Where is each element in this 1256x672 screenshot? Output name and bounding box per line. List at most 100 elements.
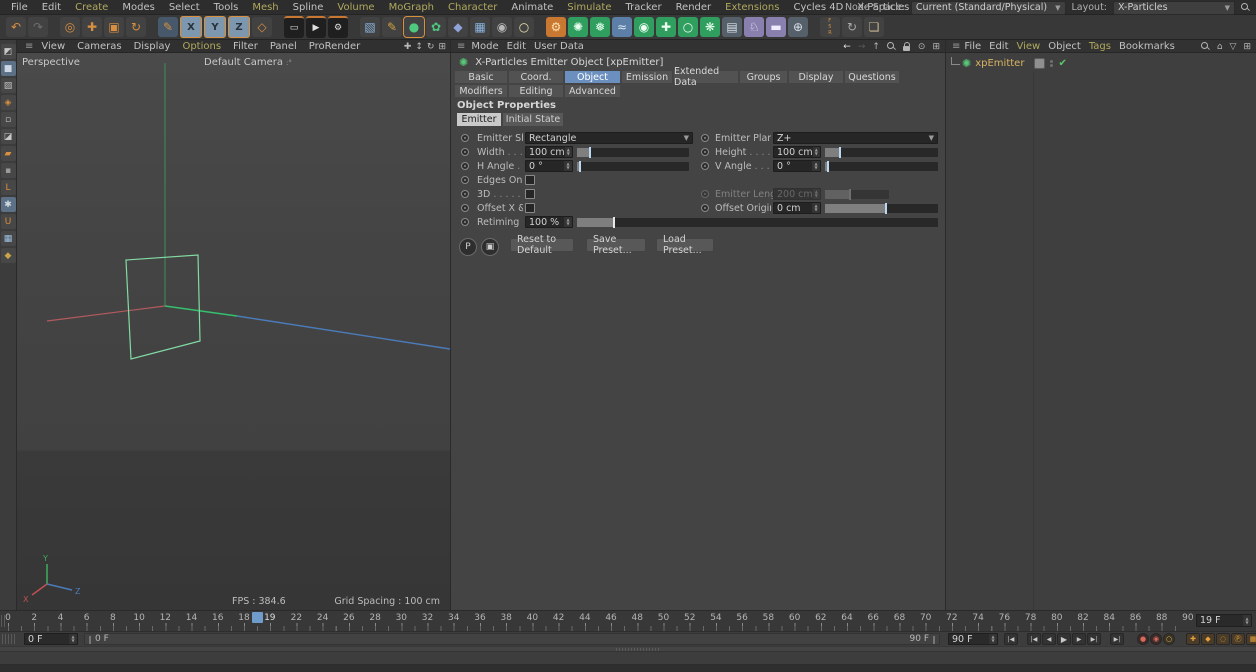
om-menu-tags[interactable]: Tags (1089, 39, 1119, 54)
om-menu-object[interactable]: Object (1048, 39, 1089, 54)
menu-spline[interactable]: Spline (286, 0, 331, 15)
visibility-dots-icon[interactable] (1050, 60, 1054, 67)
menu-render[interactable]: Render (669, 0, 719, 15)
keyframe-rotation-icon[interactable]: ◌ (1216, 633, 1230, 645)
spinner-arrows[interactable]: ▲ ▼ (564, 147, 572, 157)
redo-icon[interactable]: ↷ (28, 17, 48, 37)
width-field[interactable]: 100 cm ▲ ▼ (525, 146, 573, 158)
deformer-icon[interactable]: ◆ (448, 17, 468, 37)
xp-data-icon[interactable]: ▤ (722, 17, 742, 37)
model-mode-icon[interactable]: ■ (0, 61, 16, 76)
om-menu-bookmarks[interactable]: Bookmarks (1119, 39, 1183, 54)
axis-mode-icon[interactable]: L (0, 180, 16, 195)
history-icon[interactable]: ⊙ (918, 42, 926, 52)
workplane-mode-icon[interactable]: ◈ (0, 95, 16, 110)
animation-dot[interactable] (701, 148, 709, 156)
animation-dot[interactable] (461, 204, 469, 212)
viewport-menu-cameras[interactable]: Cameras (71, 39, 127, 54)
render-settings-icon[interactable]: ⚙ (328, 16, 348, 38)
edge-mode-icon[interactable]: ◪ (0, 129, 16, 144)
object-tree-item-xpemitter[interactable]: ✺ xpEmitter ✔ (946, 56, 1256, 71)
spinner-arrows[interactable]: ▲ ▼ (989, 634, 997, 644)
spinner-arrows[interactable]: ▲ ▼ (812, 203, 820, 213)
z-axis-button[interactable]: Z (228, 16, 250, 38)
tab-modifiers[interactable]: Modifiers (455, 85, 507, 97)
reset-to-default-button[interactable]: Reset to Default (510, 234, 574, 256)
lock-icon[interactable] (902, 42, 911, 51)
play-button[interactable]: ▶ (1057, 633, 1071, 645)
menu-cycles-4d[interactable]: Cycles 4D (786, 0, 850, 15)
autokey-button[interactable]: ○ (1163, 633, 1175, 645)
om-menu-file[interactable]: File (964, 39, 989, 54)
workplane-lock-icon[interactable]: ◆ (0, 248, 16, 263)
menu-modes[interactable]: Modes (115, 0, 161, 15)
3d-checkbox[interactable] (525, 189, 535, 199)
up-arrow-icon[interactable]: ↑ (872, 42, 880, 52)
floor-icon[interactable]: ▦ (470, 17, 490, 37)
subtab-initial-state[interactable]: Initial State (503, 113, 563, 126)
attribute-menu-edit[interactable]: Edit (507, 39, 534, 54)
tweak-mode-icon[interactable]: ▪ (0, 163, 16, 178)
menu-simulate[interactable]: Simulate (560, 0, 618, 15)
xparticles-system-icon[interactable]: ⚙ (546, 17, 566, 37)
emitter-shape-dropdown[interactable]: Rectangle ▼ (525, 132, 693, 144)
h-angle-field[interactable]: 0 ° ▲ ▼ (525, 160, 573, 172)
offset-origin-slider[interactable] (825, 203, 938, 214)
om-menu-edit[interactable]: Edit (989, 39, 1016, 54)
viewport-menu-display[interactable]: Display (128, 39, 177, 54)
viewport-menu-filter[interactable]: Filter (227, 39, 264, 54)
dolly-view-icon[interactable]: ↕ (415, 42, 423, 52)
search-icon[interactable] (886, 42, 896, 51)
goto-next-key-button[interactable]: ▶| (1087, 633, 1101, 645)
render-view-icon[interactable]: ▭ (284, 16, 304, 38)
tab-emission[interactable]: Emission (622, 71, 672, 83)
om-menu-view[interactable]: View (1017, 39, 1049, 54)
goto-start-button[interactable]: |◀ (1004, 633, 1018, 645)
menu-tools[interactable]: Tools (207, 0, 246, 15)
tab-display[interactable]: Display (789, 71, 843, 83)
playhead-marker[interactable] (252, 612, 264, 623)
animation-dot[interactable] (461, 218, 469, 226)
mograph-icon[interactable]: ✿ (426, 17, 446, 37)
load-preset-button[interactable]: Load Preset... (656, 234, 714, 256)
forward-arrow-icon[interactable]: → (858, 42, 866, 52)
timeline-ruler[interactable]: 0 2 4 6 8 10 12 14 16 18 22 24 26 28 30 32 34 36 38 40 42 44 4… (0, 610, 1256, 631)
layout-dropdown[interactable]: X-Particles ▼ (1113, 0, 1235, 15)
subtab-emitter[interactable]: Emitter (457, 113, 501, 126)
last-tool-icon[interactable]: ✎ (158, 17, 178, 37)
tab-basic[interactable]: Basic (455, 71, 507, 83)
node-space-dropdown[interactable]: Current (Standard/Physical) ▼ (910, 0, 1066, 15)
move-tool-icon[interactable]: ✚ (82, 17, 102, 37)
texture-mode-icon[interactable]: ▨ (0, 78, 16, 93)
menu-tracker[interactable]: Tracker (618, 0, 668, 15)
search-icon[interactable] (1200, 42, 1210, 51)
add-cube-icon[interactable]: ▧ (360, 17, 380, 37)
menu-mesh[interactable]: Mesh (245, 0, 285, 15)
rotate-view-icon[interactable]: ↻ (427, 42, 435, 52)
height-slider[interactable] (825, 147, 938, 158)
range-start-field[interactable]: 0 F ▲ ▼ (24, 633, 78, 645)
filter-icon[interactable]: ▽ (1230, 42, 1237, 52)
h-angle-slider[interactable] (577, 161, 689, 172)
light-icon[interactable]: ○ (514, 17, 534, 37)
tab-editing[interactable]: Editing (509, 85, 563, 97)
spinner-arrows[interactable]: ▲ ▼ (564, 217, 572, 227)
refresh-icon[interactable]: ↻ (842, 17, 862, 37)
goto-prev-key-button[interactable]: |◀ (1027, 633, 1041, 645)
spline-pen-icon[interactable]: ✎ (382, 17, 402, 37)
viewport-menu-options[interactable]: Options (176, 39, 227, 54)
burger-menu-icon[interactable]: ≡ (25, 41, 33, 52)
enabled-check-icon[interactable]: ✔ (1058, 58, 1066, 69)
new-panel-icon[interactable]: ⊞ (932, 42, 940, 52)
spinner-arrows[interactable]: ▲ ▼ (564, 161, 572, 171)
live-selection-icon[interactable]: ◎ (60, 17, 80, 37)
record-objects-button[interactable]: ◉ (1150, 633, 1162, 645)
keyframe-scale-icon[interactable]: ◆ (1201, 633, 1215, 645)
menu-select[interactable]: Select (162, 0, 207, 15)
xp-explorer-icon[interactable]: ⊕ (788, 17, 808, 37)
prev-frame-button[interactable]: ◀ (1042, 633, 1056, 645)
layer-chip-icon[interactable] (1034, 58, 1046, 69)
attribute-menu-user-data[interactable]: User Data (534, 39, 592, 54)
snap-icon[interactable]: U (0, 214, 16, 229)
animation-dot[interactable] (461, 148, 469, 156)
